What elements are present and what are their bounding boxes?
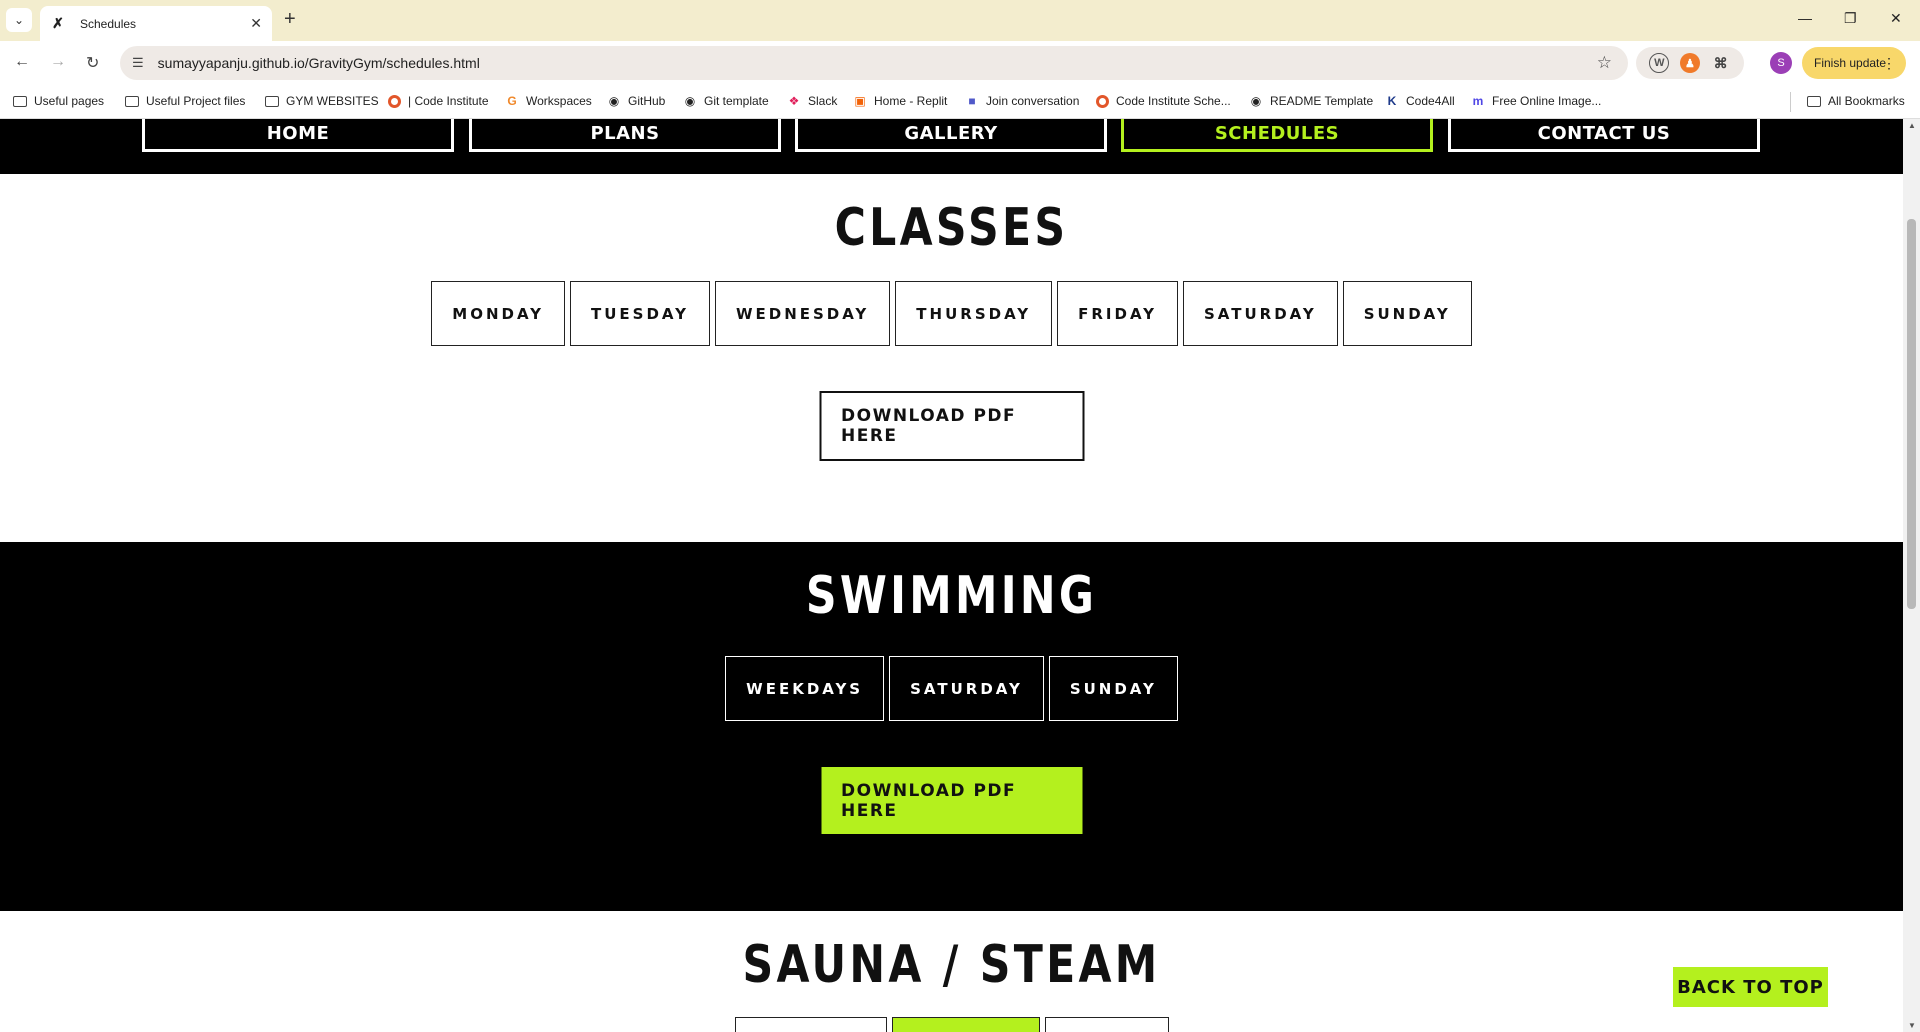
bookmark-item[interactable]: ▣ Home - Replit xyxy=(852,93,947,109)
site-info-icon[interactable]: ☰ xyxy=(132,55,144,71)
bookmark-item[interactable]: ❖ Slack xyxy=(786,93,838,109)
bookmark-item[interactable]: ◉ Git template xyxy=(682,93,769,109)
sauna-day-tab[interactable] xyxy=(734,1017,887,1032)
teams-icon: ■ xyxy=(968,94,976,108)
folder-icon xyxy=(1806,93,1822,109)
sauna-day-tabs xyxy=(0,1017,1903,1032)
forward-arrow-icon[interactable]: → xyxy=(50,53,66,71)
replit-icon: ▣ xyxy=(854,94,866,108)
swimming-title: SWIMMING xyxy=(805,566,1098,626)
address-bar[interactable]: ☰ sumayyapanju.github.io/GravityGym/sche… xyxy=(120,46,1628,80)
swimming-day-sunday[interactable]: SUNDAY xyxy=(1048,656,1178,721)
classes-title: CLASSES xyxy=(834,198,1069,258)
tab-bar: ⌄ ✗ Schedules ✕ + — ❐ ✕ xyxy=(0,0,1920,41)
restore-icon[interactable]: ❐ xyxy=(1844,10,1857,27)
bookmark-item[interactable]: | Code Institute xyxy=(386,93,489,109)
swimming-download-pdf-button[interactable]: DOWNLOAD PDF HERE xyxy=(821,767,1082,834)
reload-icon[interactable]: ↻ xyxy=(86,53,99,73)
back-to-top-button[interactable]: BACK TO TOP xyxy=(1673,967,1828,1007)
classes-download-pdf-button[interactable]: DOWNLOAD PDF HERE xyxy=(819,391,1084,461)
bookmark-item[interactable]: ◉ README Template xyxy=(1248,93,1373,109)
finish-update-button[interactable]: Finish update ⋮ xyxy=(1802,47,1906,79)
minimize-icon[interactable]: — xyxy=(1798,10,1812,26)
puzzle-icon[interactable]: ⌘ xyxy=(1711,53,1731,73)
scroll-up-icon[interactable]: ▲ xyxy=(1908,121,1916,130)
nav-home[interactable]: HOME xyxy=(142,119,454,152)
site-navigation: HOME PLANS GALLERY SCHEDULES CONTACT US xyxy=(0,119,1903,174)
classes-day-sunday[interactable]: SUNDAY xyxy=(1342,281,1472,346)
k-icon: K xyxy=(1387,94,1397,108)
classes-day-tuesday[interactable]: TUESDAY xyxy=(570,281,710,346)
nav-gallery[interactable]: GALLERY xyxy=(795,119,1107,152)
chevron-down-icon: ⌄ xyxy=(13,13,25,27)
classes-section: CLASSES MONDAY TUESDAY WEDNESDAY THURSDA… xyxy=(0,174,1903,542)
url-text[interactable]: sumayyapanju.github.io/GravityGym/schedu… xyxy=(158,55,1597,71)
classes-day-monday[interactable]: MONDAY xyxy=(431,281,565,346)
bookmark-item[interactable]: K Code4All xyxy=(1384,93,1455,109)
swimming-day-weekdays[interactable]: WEEKDAYS xyxy=(725,656,885,721)
github-icon: ◉ xyxy=(684,94,696,108)
new-tab-button[interactable]: + xyxy=(284,9,296,29)
sauna-day-tab[interactable] xyxy=(1044,1017,1169,1032)
code-institute-icon xyxy=(386,93,402,109)
nav-schedules[interactable]: SCHEDULES xyxy=(1121,119,1433,152)
bookmark-item[interactable]: Useful Project files xyxy=(124,93,245,109)
nav-plans[interactable]: PLANS xyxy=(469,119,781,152)
window-close-icon[interactable]: ✕ xyxy=(1890,10,1902,27)
sauna-steam-title: SAUNA / STEAM xyxy=(742,935,1161,995)
profile-avatar[interactable]: S xyxy=(1770,52,1792,74)
bookmark-item[interactable]: G Workspaces xyxy=(504,93,591,109)
bookmark-item[interactable]: ◉ GitHub xyxy=(606,93,666,109)
page-viewport: HOME PLANS GALLERY SCHEDULES CONTACT US … xyxy=(0,119,1920,1032)
extensions-group: W ♟ ⌘ xyxy=(1636,47,1744,79)
bookmark-item[interactable]: ■ Join conversation xyxy=(964,93,1079,109)
back-arrow-icon[interactable]: ← xyxy=(14,53,30,71)
all-bookmarks[interactable]: All Bookmarks xyxy=(1806,93,1905,109)
extension-icon[interactable]: ♟ xyxy=(1679,53,1700,73)
scroll-down-icon[interactable]: ▼ xyxy=(1908,1021,1916,1030)
bookmark-item[interactable]: Useful pages xyxy=(12,93,104,109)
classes-day-thursday[interactable]: THURSDAY xyxy=(895,281,1053,346)
folder-icon xyxy=(12,93,28,109)
browser-toolbar: ← → ↻ ☰ sumayyapanju.github.io/GravityGy… xyxy=(0,41,1920,85)
tab-search-button[interactable]: ⌄ xyxy=(6,8,32,32)
bookmark-item[interactable]: m Free Online Image... xyxy=(1470,93,1602,109)
bookmarks-divider xyxy=(1790,92,1791,112)
menu-kebab-icon: ⋮ xyxy=(1882,54,1896,71)
finish-update-label: Finish update xyxy=(1814,56,1887,70)
bookmarks-bar: Useful pages Useful Project files GYM WE… xyxy=(0,85,1920,119)
tab-title: Schedules xyxy=(80,16,137,31)
bookmark-star-icon[interactable]: ☆ xyxy=(1597,53,1612,73)
classes-day-friday[interactable]: FRIDAY xyxy=(1057,281,1178,346)
wordpress-extension-icon[interactable]: W xyxy=(1649,53,1670,73)
classes-day-wednesday[interactable]: WEDNESDAY xyxy=(714,281,891,346)
classes-day-saturday[interactable]: SATURDAY xyxy=(1182,281,1338,346)
folder-icon xyxy=(124,93,140,109)
github-icon: ◉ xyxy=(608,94,620,108)
sauna-steam-section: SAUNA / STEAM xyxy=(0,911,1903,1032)
github-icon: ◉ xyxy=(1250,94,1262,108)
bookmark-item[interactable]: GYM WEBSITES xyxy=(264,93,379,109)
folder-icon xyxy=(264,93,280,109)
active-tab[interactable]: ✗ Schedules ✕ xyxy=(40,6,272,41)
gitpod-icon: G xyxy=(507,94,517,108)
image-tool-icon: m xyxy=(1472,94,1484,108)
close-icon[interactable]: ✕ xyxy=(250,15,262,32)
gym-favicon-icon: ✗ xyxy=(52,15,64,31)
classes-day-tabs: MONDAY TUESDAY WEDNESDAY THURSDAY FRIDAY… xyxy=(0,281,1903,346)
nav-contact-us[interactable]: CONTACT US xyxy=(1448,119,1760,152)
swimming-day-saturday[interactable]: SATURDAY xyxy=(889,656,1044,721)
code-institute-icon xyxy=(1094,93,1110,109)
swimming-day-tabs: WEEKDAYS SATURDAY SUNDAY xyxy=(0,656,1903,721)
slack-icon: ❖ xyxy=(788,94,800,108)
scrollbar-thumb[interactable] xyxy=(1907,219,1916,609)
bookmark-item[interactable]: Code Institute Sche... xyxy=(1094,93,1231,109)
page-scrollbar[interactable]: ▲ ▼ xyxy=(1903,119,1920,1032)
sauna-day-tab[interactable] xyxy=(891,1017,1040,1032)
swimming-section: SWIMMING WEEKDAYS SATURDAY SUNDAY DOWNLO… xyxy=(0,542,1903,911)
